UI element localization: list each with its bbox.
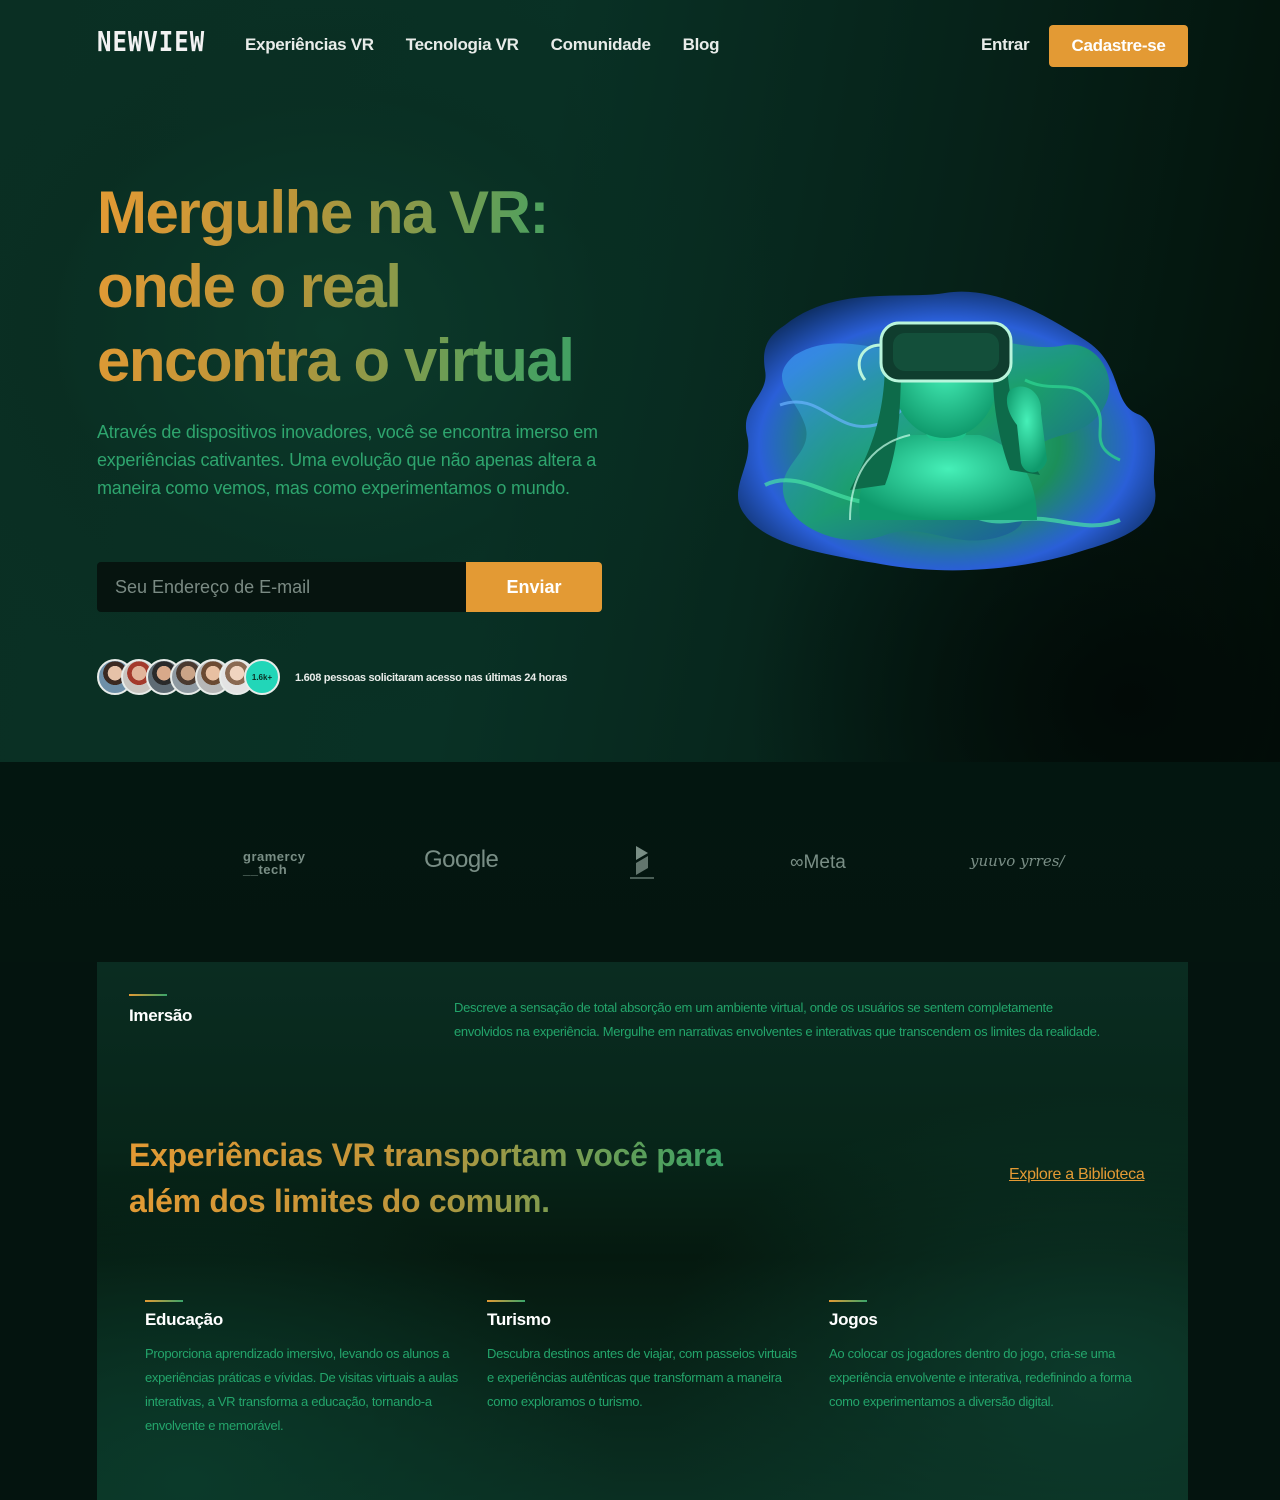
- features-card: Imersão Descreve a sensação de total abs…: [97, 962, 1188, 1500]
- feature-description: Ao colocar os jogadores dentro do jogo, …: [829, 1346, 1132, 1409]
- fourth-partner-logo-icon: [630, 846, 654, 879]
- brand-logo[interactable]: NEWVIEW: [97, 25, 205, 64]
- avatar-count-badge: 1.6k+: [244, 659, 280, 695]
- avatar-stack: 1.6k+: [97, 659, 281, 697]
- partner-logo-meta: ∞Meta: [790, 852, 846, 874]
- feature-title: Jogos: [829, 1310, 878, 1329]
- feature-description: Descubra destinos antes de viajar, com p…: [487, 1346, 797, 1409]
- partner-logo-google: Google: [424, 846, 499, 873]
- nav-link-experiencias-vr[interactable]: Experiências VR: [245, 35, 374, 55]
- social-proof-text: 1.608 pessoas solicitaram acesso nas últ…: [295, 672, 568, 684]
- hero-section: NEWVIEW Experiências VR Tecnologia VR Co…: [0, 0, 1280, 762]
- partner-gramercy-line2: __tech: [243, 862, 288, 877]
- feature-title: Turismo: [487, 1310, 551, 1329]
- signup-button[interactable]: Cadastre-se: [1049, 25, 1188, 67]
- nav-links: Experiências VR Tecnologia VR Comunidade…: [245, 35, 719, 55]
- accent-line: [129, 994, 167, 996]
- vr-headset-illustration: [737, 291, 1156, 571]
- nav-link-tecnologia-vr[interactable]: Tecnologia VR: [406, 35, 519, 55]
- explore-library-link[interactable]: Explore a Biblioteca: [1009, 1166, 1145, 1184]
- immersion-title: Imersão: [129, 1006, 193, 1025]
- feature-description: Proporciona aprendizado imersivo, levand…: [145, 1346, 458, 1433]
- partner-logo-signature: yuuvo yrres/: [970, 852, 1065, 870]
- meta-infinity-icon: ∞: [790, 852, 804, 873]
- section-title: Experiências VR transportam você para al…: [129, 1132, 749, 1224]
- accent-line: [145, 1300, 183, 1302]
- partner-logos: gramercy __tech Google ∞Meta yuuvo yrres…: [0, 762, 1280, 962]
- immersion-description: Descreve a sensação de total absorção em…: [454, 1000, 1100, 1039]
- email-input[interactable]: [97, 562, 466, 612]
- hero-title-line-3: encontra o virtual: [97, 327, 574, 394]
- social-proof: 1.6k+ 1.608 pessoas solicitaram acesso n…: [97, 659, 567, 697]
- partner-logo-gramercy: gramercy __tech: [243, 850, 306, 876]
- nav-link-comunidade[interactable]: Comunidade: [551, 35, 651, 55]
- hero-title-line-2: onde o real: [97, 253, 401, 320]
- send-button[interactable]: Enviar: [466, 562, 602, 612]
- nav-link-blog[interactable]: Blog: [683, 35, 720, 55]
- login-link[interactable]: Entrar: [981, 35, 1030, 55]
- accent-line: [829, 1300, 867, 1302]
- feature-title: Educação: [145, 1310, 223, 1329]
- email-signup-form: Enviar: [97, 562, 602, 612]
- accent-line: [487, 1300, 525, 1302]
- top-navbar: NEWVIEW Experiências VR Tecnologia VR Co…: [97, 24, 1188, 68]
- hero-description: Através de dispositivos inovadores, você…: [97, 422, 598, 498]
- hero-title: Mergulhe na VR: onde o real encontra o v…: [97, 176, 657, 398]
- hero-title-line-1: Mergulhe na VR:: [97, 179, 548, 246]
- partner-meta-label: Meta: [803, 852, 846, 873]
